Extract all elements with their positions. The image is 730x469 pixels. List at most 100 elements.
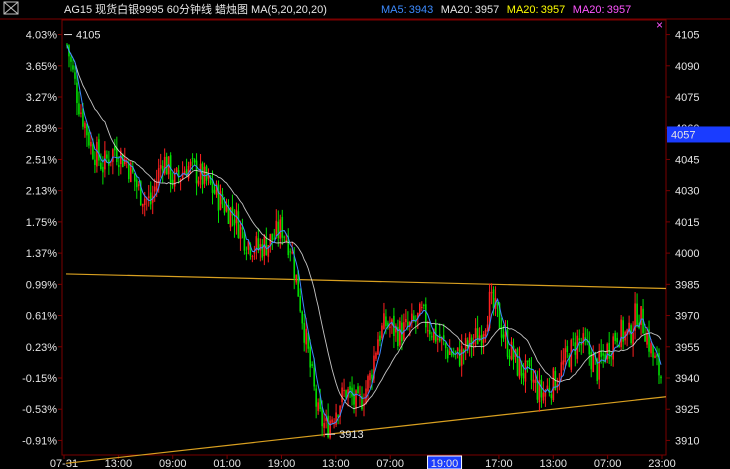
ma-legend-value: 3957 <box>541 4 565 16</box>
candle-body <box>265 237 268 255</box>
candle-body <box>213 189 216 194</box>
candle-body <box>195 160 198 184</box>
chart-area: AG15 现货白银9995 60分钟线 蜡烛图 MA(5,20,20,20) M… <box>0 1 730 469</box>
x-tick-label: 13:00 <box>540 458 568 469</box>
candle-body <box>564 348 567 362</box>
candle-body <box>574 342 577 355</box>
candle-body <box>313 367 315 387</box>
candle-body <box>133 173 136 182</box>
candle-body <box>470 337 473 348</box>
candle-body <box>399 320 401 346</box>
candle-body <box>430 336 433 338</box>
trendline-lower <box>65 396 667 464</box>
candle-body <box>385 316 387 327</box>
x-tick-label: 09:00 <box>159 458 187 469</box>
candle-body <box>421 307 423 309</box>
y-tick-label-percent: -0.15% <box>22 373 57 385</box>
candle-body <box>456 347 459 351</box>
candle-body <box>106 154 108 159</box>
y-tick-label-percent: 1.37% <box>26 248 57 260</box>
candle-body <box>610 355 612 357</box>
candle-body <box>654 355 656 359</box>
candle-body <box>389 326 391 329</box>
candle-body <box>116 147 118 163</box>
candle-body <box>279 219 282 239</box>
chart-header: AG15 现货白银9995 60分钟线 蜡烛图 MA(5,20,20,20) M… <box>64 2 663 32</box>
candle-body <box>474 328 477 338</box>
annotations: 4105 3913 <box>64 30 364 441</box>
candle-body <box>590 351 593 370</box>
candle-body <box>191 157 194 159</box>
candle-body <box>355 390 357 409</box>
candle-body <box>317 402 319 411</box>
candle-body <box>70 57 72 62</box>
candle-body <box>189 161 192 167</box>
candle-body <box>422 304 425 306</box>
candle-body <box>311 364 313 366</box>
candle-body <box>614 332 616 341</box>
y-tick-label-percent: 0.23% <box>26 342 57 354</box>
y-tick-label-percent: 4.03% <box>26 30 57 42</box>
candle-body <box>560 362 563 378</box>
y-tick-label-price: 3940 <box>675 373 699 385</box>
candle-body <box>526 360 529 362</box>
candle-body <box>165 156 168 175</box>
low-label: 3913 <box>339 429 363 441</box>
candle-body <box>135 179 138 188</box>
ma-legend: MA5: 3943 MA20: 3957 MA20: 3957 MA20: 3957 <box>381 4 631 16</box>
candle-body <box>357 386 359 394</box>
ma-legend-value: 3957 <box>475 4 499 16</box>
candle-body <box>239 224 242 240</box>
candle-body <box>490 292 493 294</box>
candle-body <box>476 328 479 345</box>
candle-body <box>141 203 144 207</box>
candle-body <box>333 421 335 423</box>
candle-body <box>616 337 618 343</box>
candle-body <box>522 373 525 379</box>
candle-body <box>285 239 288 241</box>
candle-body <box>580 343 583 346</box>
candle-body <box>413 315 415 321</box>
candle-body <box>175 168 178 173</box>
candle-body <box>524 360 527 382</box>
candle-body <box>632 332 634 345</box>
candle-body <box>592 354 595 373</box>
candle-body <box>299 296 302 312</box>
candle-body <box>458 349 461 366</box>
y-axis-percent: 4.03% 3.65% 3.27% 2.89% 2.51% 2.13% 1.75% 1.37%… <box>22 30 62 447</box>
candle-body <box>644 335 646 342</box>
candle-body <box>155 182 158 191</box>
candle-body <box>147 196 150 199</box>
candle-body <box>598 351 601 380</box>
candle-body <box>375 352 377 359</box>
x-axis: 07-31 13:00 09:00 01:00 19:00 13:00 07:00 19:00… <box>50 455 676 469</box>
candle-body <box>448 351 451 355</box>
candle-body <box>295 274 298 283</box>
candle-body <box>127 162 130 180</box>
candle-body <box>532 379 535 383</box>
candle-body <box>223 204 226 213</box>
candle-body <box>436 338 439 340</box>
candle-body <box>405 319 407 323</box>
y-tick-label-percent: 2.89% <box>26 123 57 135</box>
candle-body <box>600 350 603 357</box>
x-tick-label: 17:00 <box>485 458 513 469</box>
candle-body <box>193 159 196 163</box>
chart-title: AG15 现货白银9995 60分钟线 蜡烛图 MA(5,20,20,20) <box>64 2 327 16</box>
candles <box>66 43 662 440</box>
y-tick-label-price: 4075 <box>675 92 699 104</box>
y-tick-label-percent: 2.13% <box>26 186 57 198</box>
candle-body <box>444 343 447 349</box>
candle-body <box>251 256 254 258</box>
x-tick-label: 07-31 <box>50 458 78 469</box>
candle-body <box>516 348 519 376</box>
candle-body <box>345 390 347 398</box>
candle-body <box>343 390 345 392</box>
current-price-label: 4057 <box>671 129 695 141</box>
candle-body <box>289 251 292 253</box>
high-label: 4105 <box>76 30 100 42</box>
candle-body <box>478 335 481 341</box>
candle-body <box>536 380 539 400</box>
candle-body <box>92 144 94 159</box>
ma-legend-label: MA20: <box>441 4 473 16</box>
